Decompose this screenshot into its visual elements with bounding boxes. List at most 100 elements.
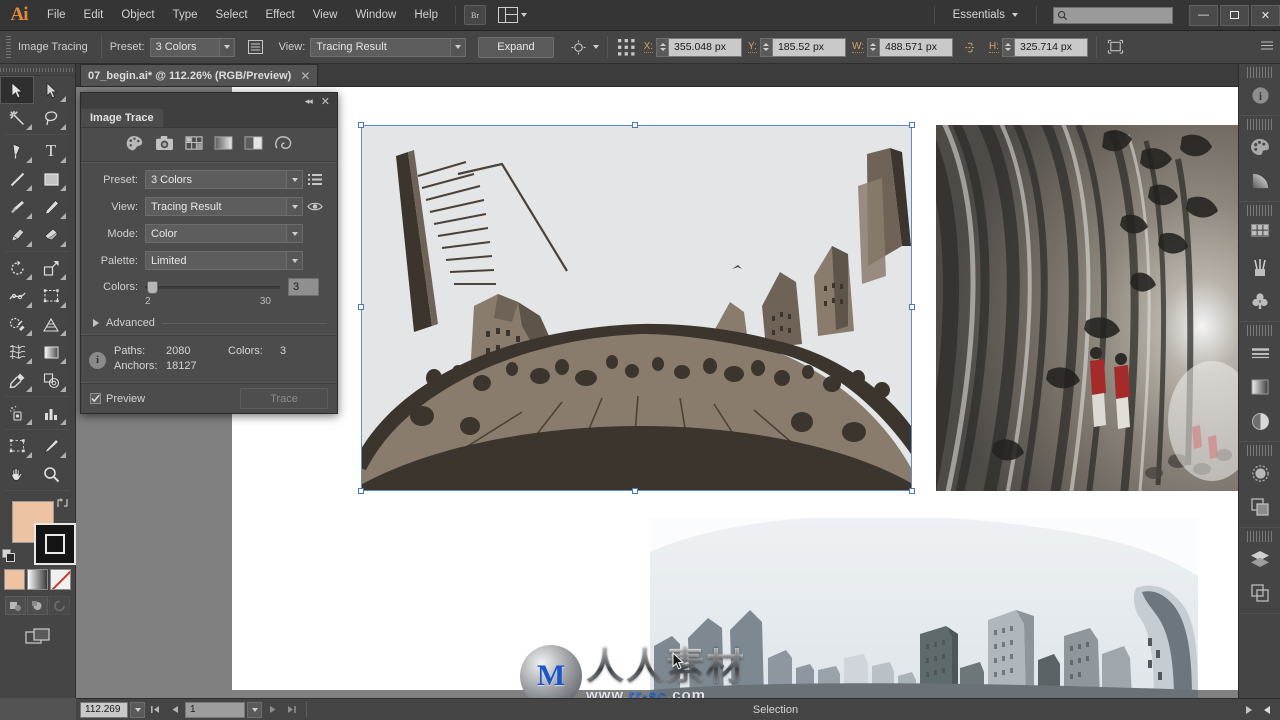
perspective-grid-tool[interactable] [34, 310, 68, 338]
width-field[interactable]: 488.571 px [878, 37, 953, 57]
dock-grip[interactable] [1247, 67, 1272, 78]
advanced-section-toggle[interactable]: Advanced [91, 314, 327, 335]
close-icon[interactable]: ✕ [321, 95, 330, 108]
artboard-number-field[interactable]: 1 [185, 701, 245, 718]
last-artboard-button[interactable] [283, 702, 300, 718]
isolate-selection-icon[interactable] [568, 36, 590, 58]
selection-tool[interactable] [0, 76, 34, 104]
dock-grip[interactable] [1247, 531, 1272, 542]
pen-tool[interactable] [0, 137, 34, 165]
rectangle-tool[interactable] [34, 165, 68, 193]
artboard-dropdown[interactable] [247, 701, 262, 718]
brushes-panel-icon[interactable] [1239, 250, 1280, 284]
symbols-panel-icon[interactable] [1239, 284, 1280, 318]
close-icon[interactable]: ✕ [300, 69, 310, 83]
collapse-icon[interactable]: ◂◂ [305, 96, 313, 107]
transform-again-icon[interactable] [1105, 36, 1127, 58]
status-menu-button[interactable] [1240, 702, 1257, 718]
x-position-field[interactable]: 355.048 px [668, 37, 743, 57]
menu-help[interactable]: Help [405, 0, 447, 31]
cloud-gate-omphalos-photo[interactable] [936, 125, 1238, 491]
control-bar-overflow[interactable] [1260, 39, 1274, 56]
direct-selection-tool[interactable] [34, 76, 68, 104]
traced-cloud-gate-artwork[interactable] [362, 126, 911, 490]
gradient-tool[interactable] [34, 338, 68, 366]
none-fill-mode[interactable] [50, 569, 71, 590]
view-dropdown[interactable]: Tracing Result [310, 37, 467, 57]
stroke-panel-icon[interactable] [1239, 336, 1280, 370]
y-position-field[interactable]: 185.52 px [771, 37, 846, 57]
black-and-white-icon[interactable] [244, 135, 263, 154]
gradient-panel-icon[interactable] [1239, 370, 1280, 404]
preview-checkbox[interactable] [90, 393, 101, 404]
lasso-tool[interactable] [34, 104, 68, 132]
align-transform-icon[interactable] [616, 36, 638, 58]
status-indicator[interactable]: Selection [313, 704, 1238, 716]
workspace-switcher[interactable]: Essentials [943, 9, 1028, 21]
draw-inside-mode[interactable] [49, 596, 70, 615]
grayscale-icon[interactable] [214, 135, 233, 154]
dock-grip[interactable] [1247, 205, 1272, 216]
magic-wand-tool[interactable] [0, 104, 34, 132]
minimize-button[interactable]: — [1189, 4, 1218, 26]
mesh-tool[interactable] [0, 338, 34, 366]
constrain-proportions-icon[interactable] [959, 36, 981, 58]
colors-value-field[interactable]: 3 [288, 278, 319, 296]
default-fill-stroke-icon[interactable] [2, 549, 16, 563]
close-button[interactable]: ✕ [1251, 4, 1280, 26]
next-artboard-button[interactable] [264, 702, 281, 718]
outline-icon[interactable] [274, 135, 293, 154]
stroke-swatch[interactable] [34, 523, 76, 565]
auto-color-icon[interactable] [125, 135, 144, 155]
previous-artboard-button[interactable] [166, 702, 183, 718]
palette-dropdown[interactable]: Limited [145, 251, 303, 270]
expand-button[interactable]: Expand [478, 36, 554, 58]
status-expand-button[interactable] [1259, 702, 1276, 718]
search-input[interactable] [1053, 6, 1173, 24]
trace-button[interactable]: Trace [240, 388, 328, 409]
zoom-level-field[interactable]: 112.269 [80, 701, 128, 718]
pencil-tool[interactable] [34, 193, 68, 221]
appearance-panel-icon[interactable] [1239, 456, 1280, 490]
zoom-dropdown[interactable] [130, 701, 145, 718]
image-trace-panel[interactable]: ◂◂ ✕ Image Trace Preset: 3 Colors View: … [80, 92, 338, 414]
height-stepper[interactable] [1001, 37, 1014, 57]
y-stepper[interactable] [759, 37, 772, 57]
bridge-icon[interactable]: Br [464, 5, 486, 25]
swap-fill-stroke-icon[interactable] [56, 497, 69, 512]
hand-tool[interactable] [0, 460, 34, 488]
tab-image-trace[interactable]: Image Trace [81, 109, 163, 127]
menu-window[interactable]: Window [346, 0, 405, 31]
colors-slider[interactable] [145, 280, 280, 294]
chicago-skyline-reflection-photo[interactable] [650, 518, 1198, 698]
trace-options-icon[interactable] [245, 36, 267, 58]
slice-tool[interactable] [34, 432, 68, 460]
x-stepper[interactable] [656, 37, 669, 57]
zoom-tool[interactable] [34, 460, 68, 488]
high-color-photo-icon[interactable] [155, 135, 174, 154]
blob-brush-tool[interactable] [0, 221, 34, 249]
info-panel-icon[interactable]: i [1239, 78, 1280, 112]
dock-grip[interactable] [1247, 325, 1272, 336]
scale-tool[interactable] [34, 254, 68, 282]
graphic-styles-panel-icon[interactable] [1239, 490, 1280, 524]
dock-grip[interactable] [1247, 119, 1272, 130]
menu-type[interactable]: Type [164, 0, 207, 31]
type-tool[interactable]: T [34, 137, 68, 165]
mode-dropdown[interactable]: Color [145, 224, 303, 243]
rotate-tool[interactable] [0, 254, 34, 282]
blend-tool[interactable] [34, 366, 68, 394]
view-dropdown[interactable]: Tracing Result [145, 197, 303, 216]
menu-view[interactable]: View [304, 0, 347, 31]
layers-panel-icon[interactable] [1239, 542, 1280, 576]
dock-grip[interactable] [1247, 445, 1272, 456]
shape-builder-tool[interactable] [0, 310, 34, 338]
menu-object[interactable]: Object [112, 0, 163, 31]
panel-menu-icon[interactable] [303, 173, 327, 186]
change-screen-mode-icon[interactable] [24, 627, 51, 650]
color-fill-mode[interactable] [4, 569, 25, 590]
slider-thumb[interactable] [147, 280, 158, 294]
low-color-icon[interactable] [185, 135, 203, 154]
document-tab[interactable]: 07_begin.ai* @ 112.26% (RGB/Preview) ✕ [80, 64, 319, 86]
color-guide-panel-icon[interactable] [1239, 164, 1280, 198]
